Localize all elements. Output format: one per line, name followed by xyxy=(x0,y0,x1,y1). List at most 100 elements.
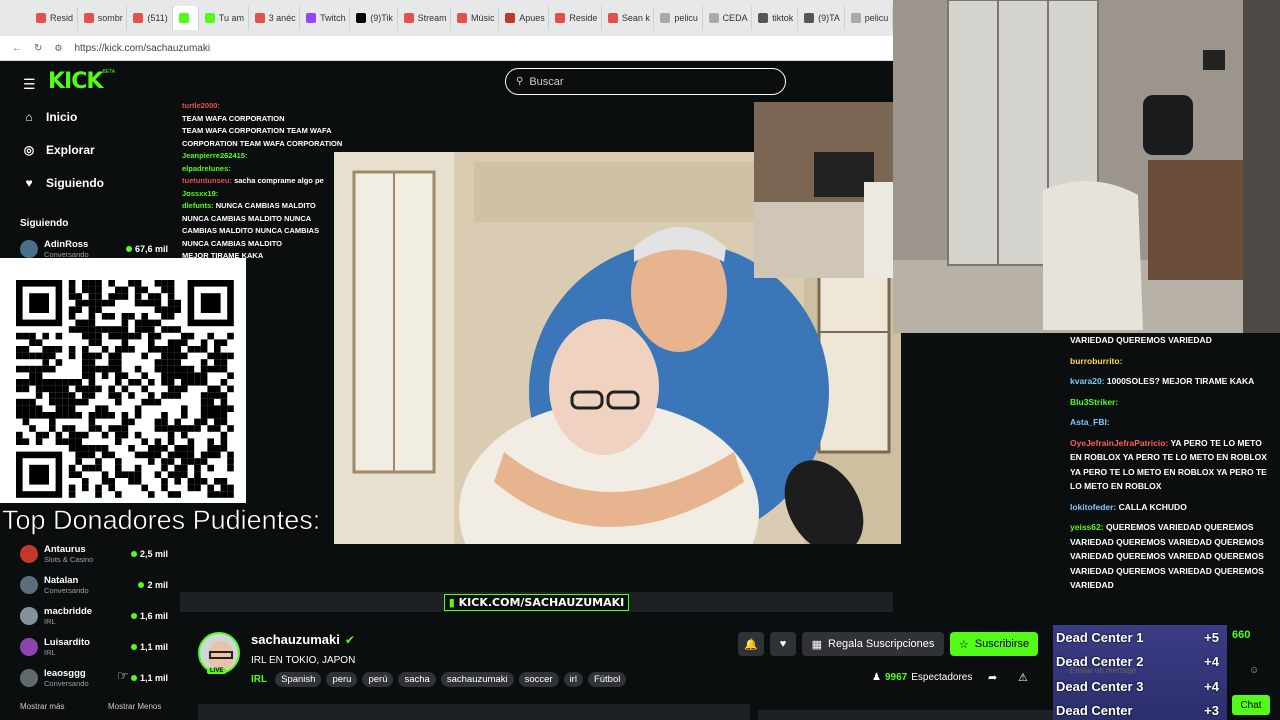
stream-tag[interactable]: Spanish xyxy=(275,672,322,687)
channel-name-row: sachauzumaki ✔ xyxy=(251,632,355,647)
hamburger-menu-icon[interactable]: ☰ xyxy=(23,76,36,93)
chat-message-text: 1000SOLES? MEJOR TIRAME KAKA xyxy=(1106,376,1255,386)
following-item[interactable]: Luisardito IRL 1,1 mil xyxy=(8,631,178,662)
chat-username[interactable]: burroburrito: xyxy=(1070,356,1122,366)
browser-tab[interactable]: Resid xyxy=(30,6,78,30)
chat-username[interactable]: lokitofeder: xyxy=(1070,502,1116,512)
chat-message: TEAM WAFA CORPORATION TEAM WAFA xyxy=(182,126,332,135)
live-badge: LIVE xyxy=(207,668,227,674)
tab-favicon-icon xyxy=(306,13,317,23)
browser-tab[interactable]: Twitch xyxy=(300,6,351,30)
chat-message-row: burroburrito: xyxy=(1070,354,1273,369)
viewers-icon: ♟ xyxy=(872,672,881,683)
stream-tag[interactable]: sachauzumaki xyxy=(440,672,514,687)
browser-tab[interactable]: 3 anéc xyxy=(249,6,301,30)
browser-tab[interactable]: Stream xyxy=(398,6,452,30)
chat-message-row: kvara20: 1000SOLES? MEJOR TIRAME KAKA xyxy=(1070,374,1273,389)
browser-tab[interactable]: pelicu xyxy=(845,6,893,30)
stream-tag[interactable]: peru xyxy=(326,672,358,687)
share-icon[interactable]: ➦ xyxy=(988,671,997,684)
tab-favicon-icon xyxy=(505,13,516,23)
nav-item-siguiendo[interactable]: ♥ Siguiendo xyxy=(22,176,104,190)
site-info-icon[interactable]: ⚙ xyxy=(54,43,62,54)
search-input[interactable]: ⚲ Buscar xyxy=(505,68,786,95)
stream-tag[interactable]: sacha xyxy=(398,672,436,687)
chat-message-text: VARIEDAD QUEREMOS VARIEDAD xyxy=(1070,335,1212,345)
chat-username[interactable]: yeiss62: xyxy=(1070,522,1104,532)
browser-tab[interactable]: CEDA xyxy=(703,6,753,30)
browser-tab[interactable]: (9)Tik xyxy=(350,6,398,30)
browser-tab[interactable]: Tu am xyxy=(199,6,249,30)
channel-name[interactable]: sachauzumaki xyxy=(251,632,340,647)
tab-favicon-icon xyxy=(356,13,367,23)
points-counter[interactable]: 660 xyxy=(1232,629,1250,641)
kick-logo[interactable]: KICKBETA xyxy=(48,69,115,94)
following-list-bottom: Antaurus Slots & Casino 2,5 mil Natalan Co… xyxy=(8,538,178,693)
qr-code-overlay xyxy=(0,258,246,503)
chat-message: CAMBIAS MALDITO NUNCA CAMBIAS xyxy=(182,226,320,235)
tab-title: Resid xyxy=(50,13,74,23)
stream-tag[interactable]: soccer xyxy=(518,672,559,687)
streamer-category: IRL xyxy=(44,616,56,626)
chat-username[interactable]: kvara20: xyxy=(1070,376,1105,386)
overlay-chat-line: CORPORATION TEAM WAFA CORPORATION xyxy=(182,138,382,151)
nav-item-inicio[interactable]: ⌂ Inicio xyxy=(22,110,104,124)
browser-tab[interactable]: (511) xyxy=(127,6,173,30)
browser-tab[interactable]: Músic xyxy=(451,6,500,30)
back-arrow-icon[interactable]: ← xyxy=(12,43,22,54)
streamer-category: Slots & Casino xyxy=(44,554,94,564)
subscribe-button[interactable]: ☆ Suscribirse xyxy=(950,632,1038,656)
following-item[interactable]: Antaurus Slots & Casino 2,5 mil xyxy=(8,538,178,569)
show-more-link[interactable]: Mostrar más xyxy=(20,702,64,711)
gift-subs-button[interactable]: ▦ Regala Suscripciones xyxy=(802,632,944,656)
following-item[interactable]: leaosggg Conversando 1,1 mil xyxy=(8,662,178,693)
stream-tag[interactable]: irl xyxy=(563,672,583,687)
following-item[interactable]: Natalan Conversando 2 mil xyxy=(8,569,178,600)
browser-tab[interactable]: pelicu xyxy=(654,6,703,30)
tab-favicon-icon xyxy=(403,13,414,23)
reload-icon[interactable]: ↻ xyxy=(34,43,42,54)
show-less-link[interactable]: Mostrar Menos xyxy=(108,702,161,711)
chat-username[interactable]: Blu3Striker: xyxy=(1070,397,1118,407)
browser-tab[interactable]: Reside xyxy=(549,6,602,30)
emote-icon[interactable]: ☺ xyxy=(1249,665,1259,676)
chat-input-placeholder[interactable]: Enviar un mensaje xyxy=(1070,666,1136,675)
chat-message-row: Asta_FBI: xyxy=(1070,415,1273,430)
kick-k-icon: ▮ xyxy=(448,595,455,609)
browser-tab[interactable]: Apues xyxy=(499,6,550,30)
browser-tab[interactable]: Sean k xyxy=(602,6,655,30)
dead-center-row: Dead Center 1 +5 xyxy=(1053,625,1227,650)
viewer-count-text: 1,6 mil xyxy=(139,610,168,621)
stream-tag[interactable]: Fútbol xyxy=(587,672,627,687)
tab-favicon-icon xyxy=(850,13,861,23)
heart-icon: ♥ xyxy=(779,638,787,650)
chat-username[interactable]: Asta_FBI: xyxy=(1070,417,1110,427)
chat-username: dlefunts: xyxy=(182,201,214,210)
streamer-name: Luisardito xyxy=(44,636,90,648)
browser-tab[interactable] xyxy=(172,6,199,30)
dead-center-row: Dead Center 3 +4 xyxy=(1053,674,1227,699)
tab-title: Apues xyxy=(519,13,545,23)
chat-message: TEAM WAFA CORPORATION xyxy=(182,113,285,123)
dead-center-value: +4 xyxy=(1204,678,1219,694)
report-icon[interactable]: ⚠ xyxy=(1018,671,1028,684)
browser-tab[interactable]: tiktok xyxy=(752,6,799,30)
logo-text: KICK xyxy=(48,69,103,94)
url-text[interactable]: https://kick.com/sachauzumaki xyxy=(74,43,210,54)
follow-button[interactable]: ♥ xyxy=(770,632,796,656)
browser-tab[interactable]: (9)TA xyxy=(798,6,845,30)
chat-username[interactable]: OyeJefrainJefraPatricio: xyxy=(1070,438,1168,448)
chat-username: tuetuntunseu: xyxy=(182,176,232,185)
browser-tab[interactable]: sombr xyxy=(78,6,128,30)
tab-title: tiktok xyxy=(772,13,794,23)
stream-title: IRL EN TOKIO, JAPON xyxy=(251,655,356,666)
following-item[interactable]: macbridde IRL 1,6 mil xyxy=(8,600,178,631)
notification-bell-button[interactable]: 🔔 xyxy=(738,632,764,656)
category-link[interactable]: IRL xyxy=(251,674,267,685)
chat-send-button[interactable]: Chat xyxy=(1232,695,1270,715)
heart-icon: ♥ xyxy=(25,176,33,190)
nav-item-explorar[interactable]: ◎ Explorar xyxy=(22,143,104,157)
chat-message: CORPORATION TEAM WAFA CORPORATION xyxy=(182,138,343,148)
tab-favicon-icon xyxy=(607,13,618,23)
stream-tag[interactable]: perú xyxy=(362,672,394,687)
